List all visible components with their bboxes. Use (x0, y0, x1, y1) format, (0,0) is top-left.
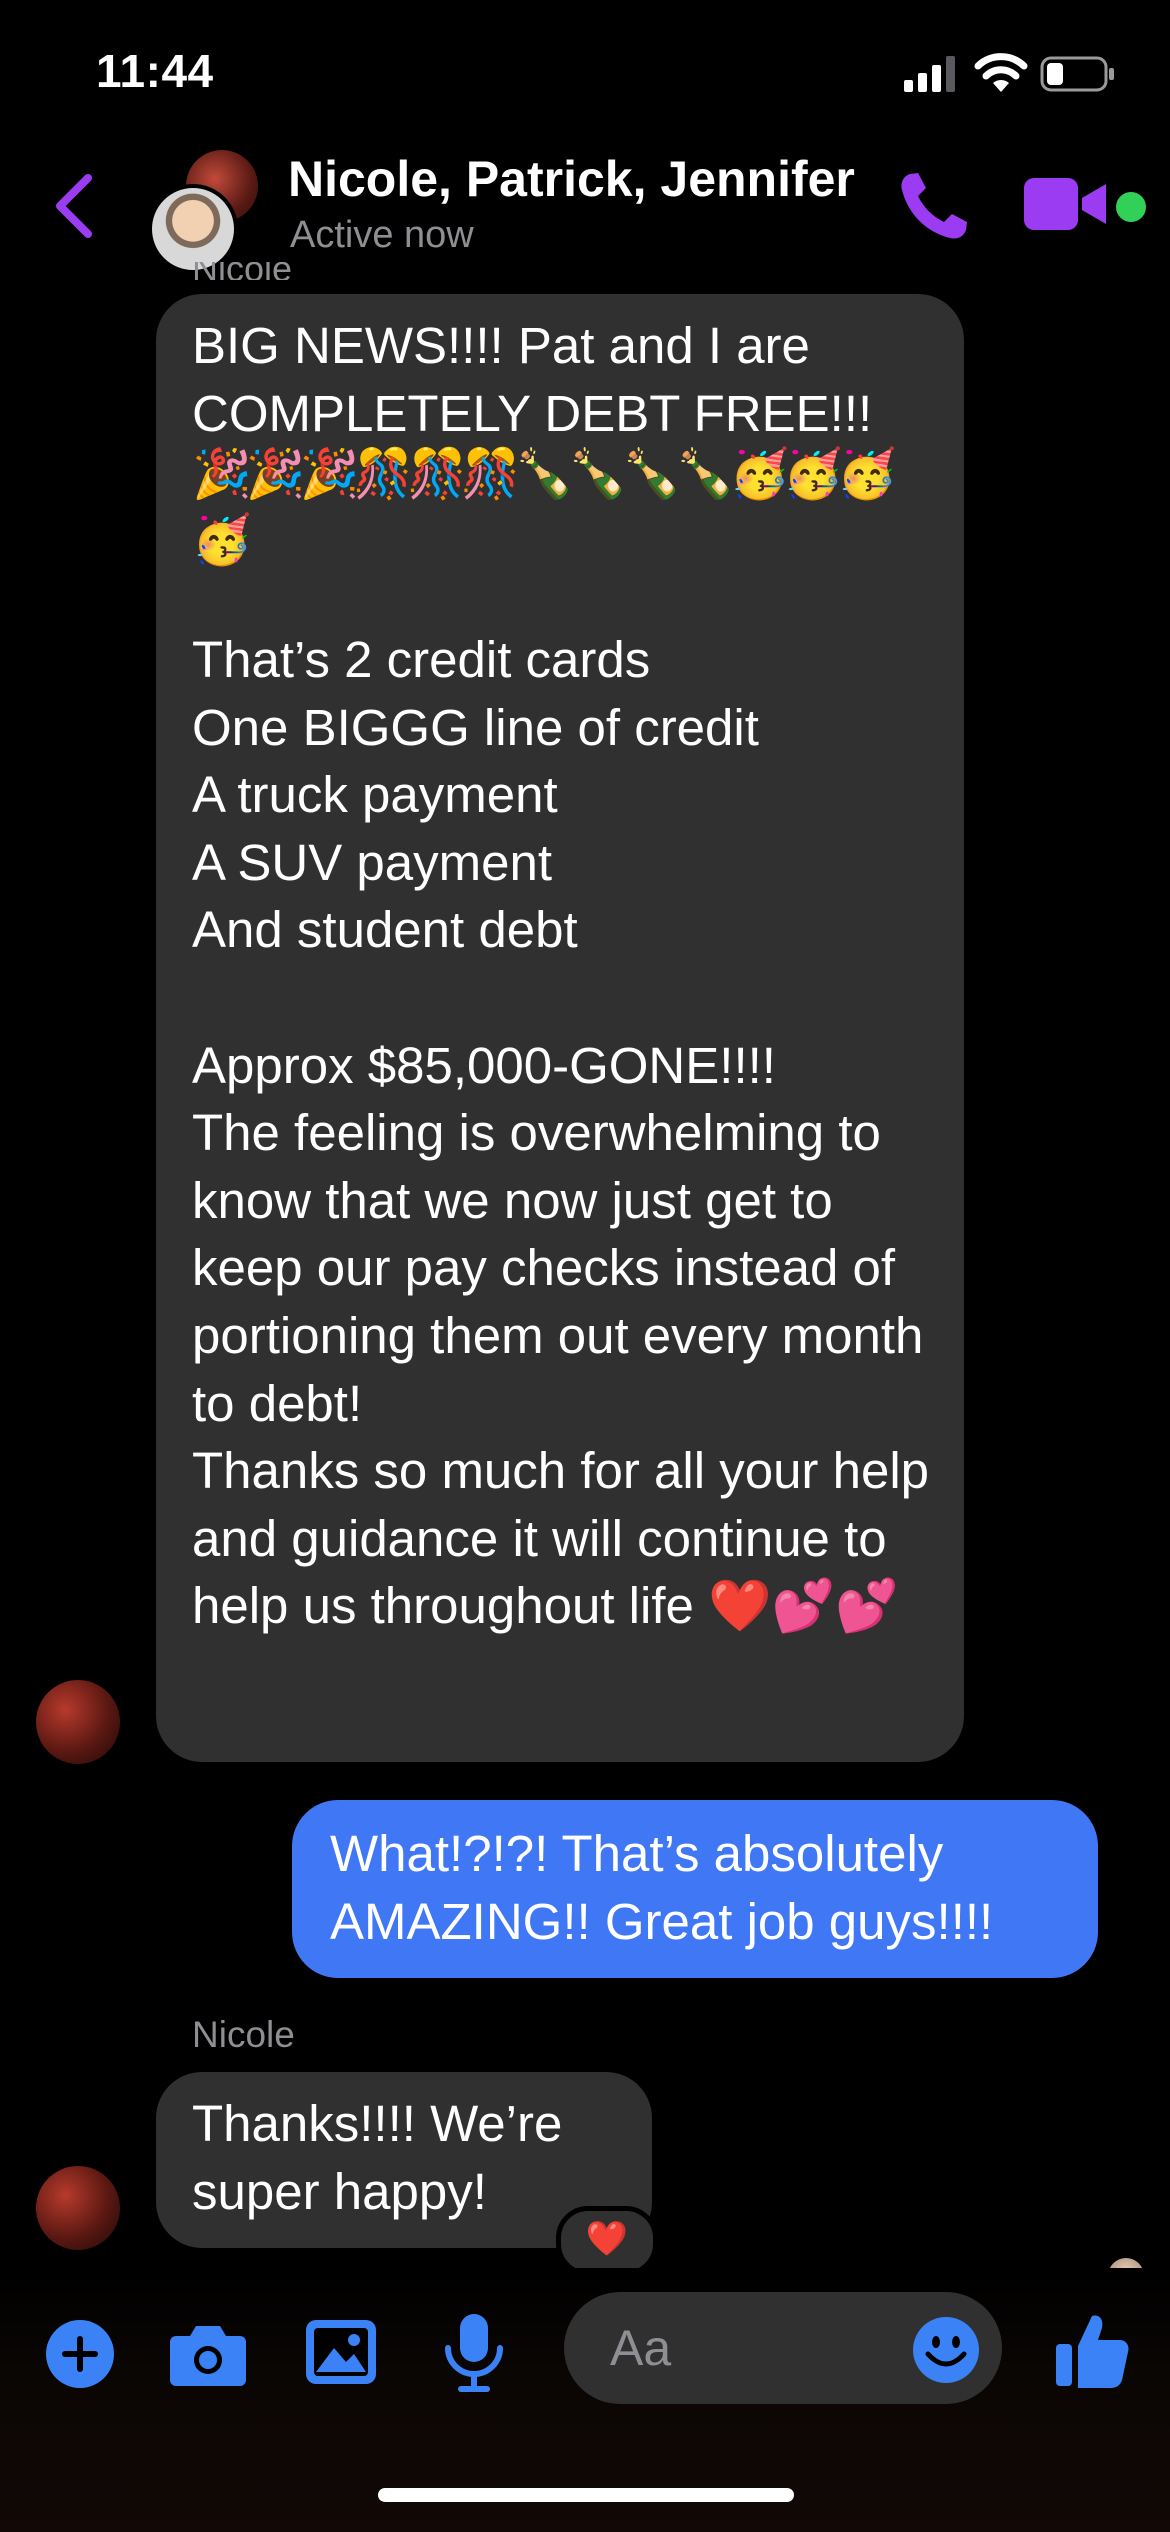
message-text: What!?!?! That’s absolutely AMAZING!! Gr… (330, 1825, 994, 1950)
sender-avatar[interactable] (36, 2166, 120, 2250)
sender-name: Nicole (192, 2014, 295, 2055)
status-time: 11:44 (96, 45, 214, 97)
add-icon[interactable] (44, 2318, 116, 2390)
chat-title[interactable]: Nicole, Patrick, Jennifer (288, 150, 855, 208)
reaction-badge[interactable]: ❤️ (556, 2206, 658, 2276)
camera-icon[interactable] (168, 2318, 248, 2390)
incoming-message-bubble[interactable]: BIG NEWS!!!! Pat and I are COMPLETELY DE… (156, 294, 964, 1762)
outgoing-message-bubble[interactable]: What!?!?! That’s absolutely AMAZING!! Gr… (292, 1800, 1098, 1978)
message-text: Thanks!!!! We’re super happy! (192, 2095, 563, 2220)
message-text: BIG NEWS!!!! Pat and I are COMPLETELY DE… (192, 317, 873, 442)
group-avatar[interactable] (148, 150, 268, 274)
cellular-signal-icon (904, 56, 955, 92)
message-emoji: 🎉🎉🎉🎊🎊🎊🍾🍾🍾🍾🥳🥳🥳🥳 (192, 448, 897, 567)
phone-call-icon[interactable] (896, 168, 972, 244)
photo-gallery-icon[interactable] (304, 2316, 378, 2388)
back-button[interactable] (52, 172, 96, 240)
video-call-icon[interactable] (1024, 176, 1108, 232)
wifi-icon (974, 53, 1028, 92)
battery-icon (1040, 56, 1114, 92)
avatar (148, 184, 238, 274)
active-status-dot (1116, 192, 1146, 222)
chat-status: Active now (290, 214, 474, 256)
microphone-icon[interactable] (438, 2312, 510, 2394)
home-indicator[interactable] (378, 2488, 794, 2502)
emoji-icon[interactable] (912, 2316, 980, 2384)
message-text: That’s 2 credit cards One BIGGG line of … (192, 631, 930, 1635)
sender-avatar[interactable] (36, 1680, 120, 1764)
thumbs-up-icon[interactable] (1054, 2310, 1130, 2390)
sender-name-partial: Nicole (192, 262, 292, 280)
